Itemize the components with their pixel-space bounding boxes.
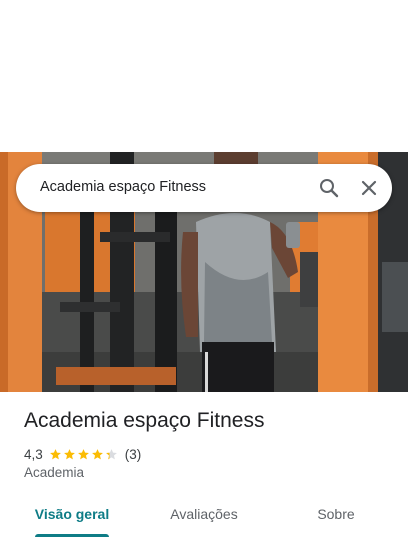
search-input[interactable]: Academia espaço Fitness [40,179,206,195]
star-icon [105,448,117,459]
star-rating [49,448,119,461]
star-icon [49,448,61,459]
star-icon [91,448,103,459]
tab-about[interactable]: Sobre [296,496,376,532]
search-icon[interactable] [317,176,341,200]
place-category: Academia [24,465,85,480]
place-title: Academia espaço Fitness [24,409,265,432]
map-blank-area [0,0,408,152]
rating-value: 4,3 [24,446,43,462]
review-count[interactable]: (3) [125,447,142,462]
tab-overview[interactable]: Visão geral [24,496,120,532]
rating-row[interactable]: 4,3 (3) [24,445,141,463]
star-icon [63,448,75,459]
place-tabs: Visão geral Avaliações Sobre [0,496,408,544]
close-icon[interactable] [357,176,381,200]
tab-reviews[interactable]: Avaliações [156,496,252,532]
active-tab-indicator [35,534,109,537]
search-bar[interactable]: Academia espaço Fitness [16,164,392,212]
star-icon [77,448,89,459]
